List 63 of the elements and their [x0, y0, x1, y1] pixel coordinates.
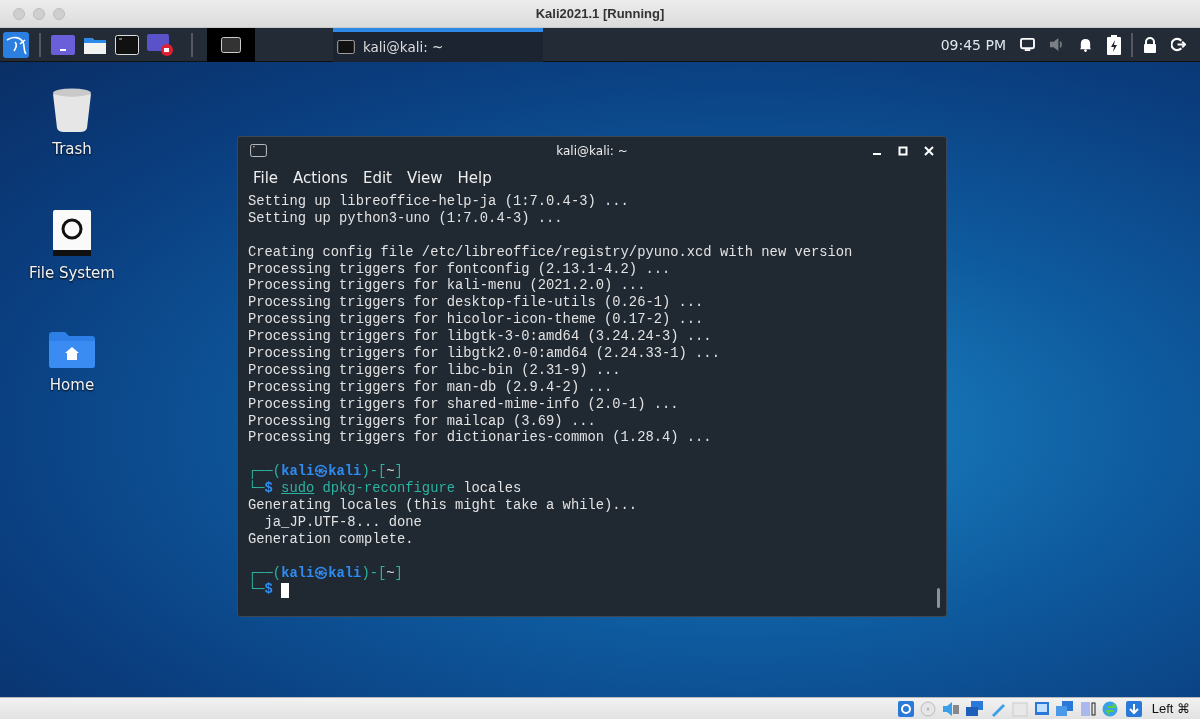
- terminal-output-line: ja_JP.UTF-8... done: [263, 514, 423, 532]
- home-folder-icon[interactable]: [49, 332, 95, 368]
- dragon-logo-icon[interactable]: [3, 31, 29, 58]
- menu-item[interactable]: View: [398, 169, 450, 187]
- terminal-output-line: Generation complete.: [248, 531, 415, 549]
- terminal-output-line: Processing triggers for libgtk-3-0:amd64 (3.24.24-3) ...: [248, 329, 713, 346]
- cpu-icon: [1079, 700, 1096, 717]
- menu-item[interactable]: Edit: [354, 169, 399, 187]
- speaker-icon[interactable]: [1049, 37, 1064, 52]
- maximize-icon[interactable]: [898, 145, 908, 156]
- menu-item[interactable]: File: [245, 169, 286, 187]
- drive-icon[interactable]: [53, 210, 91, 256]
- prompt-line: ┌──(kali㉿kali)-[~]: [248, 565, 403, 582]
- terminal-output-line: Processing triggers for fontconfig (2.13.1-4.2) ...: [248, 261, 672, 278]
- terminal-icon: [221, 36, 241, 53]
- terminal-icon: [250, 144, 267, 157]
- terminal-output-line: Creating config file /etc/libreoffice/registry/pyuno.xcd with new version: [248, 244, 854, 262]
- audio-icon: [941, 700, 960, 717]
- scrollbar-thumb[interactable]: [937, 588, 940, 608]
- terminal-output-line: Processing triggers for libc-bin (2.31-9) ...: [248, 362, 622, 380]
- network-icon: [965, 700, 984, 717]
- terminal-icon: [337, 39, 355, 54]
- screen-icon[interactable]: [51, 34, 75, 55]
- display-icon[interactable]: [1020, 38, 1035, 51]
- bell-icon[interactable]: [1078, 37, 1093, 52]
- prompt-line: ┌──(kali㉿kali)-[~]: [248, 464, 403, 481]
- lock-icon[interactable]: [1143, 36, 1157, 53]
- clock[interactable]: 09:45 PM: [940, 36, 1006, 53]
- terminal-output-line: Processing triggers for libgtk2.0-0:amd64 (2.24.33-1) ...: [248, 346, 721, 363]
- download-icon: [1125, 700, 1142, 717]
- command-line: └─$ sudo dpkg-reconfigure locales: [248, 481, 522, 498]
- terminal-output-line: Setting up python3-uno (1:7.0.4-3) ...: [248, 210, 564, 228]
- globe-arrow-icon: [1101, 700, 1120, 717]
- windows-icon: [1055, 700, 1074, 717]
- taskbar-window-button[interactable]: kali@kali: ~: [333, 27, 543, 62]
- terminal-output-line: Processing triggers for dictionaries-common (1.28.4) ...: [248, 430, 713, 448]
- terminal-output-line: Processing triggers for hicolor-icon-theme (0.17-2) ...: [248, 312, 705, 329]
- command-line: └─$: [248, 582, 273, 600]
- menu-item[interactable]: Actions: [285, 169, 355, 187]
- disk-icon: [897, 700, 914, 717]
- terminal-output-line: Processing triggers for mailcap (3.69) ...: [248, 413, 597, 430]
- shared-folder-icon: [1011, 700, 1028, 717]
- display-icon: [1033, 700, 1050, 717]
- logout-icon[interactable]: [1171, 37, 1186, 52]
- trash-bin-icon[interactable]: [52, 88, 92, 132]
- desktop-icon-label[interactable]: Home: [49, 376, 95, 394]
- terminal-output-line: Processing triggers for shared-mime-info (2.0-1) ...: [248, 396, 680, 414]
- terminal-output-line: Processing triggers for man-db (2.9.4-2) ...: [248, 379, 614, 397]
- terminal-output-line: Processing triggers for desktop-file-utils (0.26-1) ...: [248, 295, 705, 312]
- desktop-icon-label[interactable]: File System: [29, 264, 115, 282]
- terminal-output-line: Generating locales (this might take a while)...: [248, 498, 639, 515]
- battery-charging-icon[interactable]: [1107, 34, 1121, 55]
- menu-item[interactable]: Help: [449, 169, 499, 187]
- recorder-icon[interactable]: [147, 33, 173, 56]
- window-title: Kali2021.1 [Running]: [535, 6, 665, 21]
- terminal-icon[interactable]: [115, 34, 139, 55]
- workspace-switcher[interactable]: [207, 27, 255, 62]
- desktop-icon-label[interactable]: Trash: [52, 140, 92, 158]
- terminal-title: kali@kali: ~: [556, 143, 628, 158]
- terminal-output-line: Setting up libreoffice-help-ja (1:7.0.4-3) ...: [248, 194, 630, 211]
- close-icon[interactable]: [924, 145, 934, 156]
- terminal-output-line: Processing triggers for kali-menu (2021.2.0) ...: [248, 278, 647, 295]
- host-key-label: Left ⌘: [1151, 701, 1190, 716]
